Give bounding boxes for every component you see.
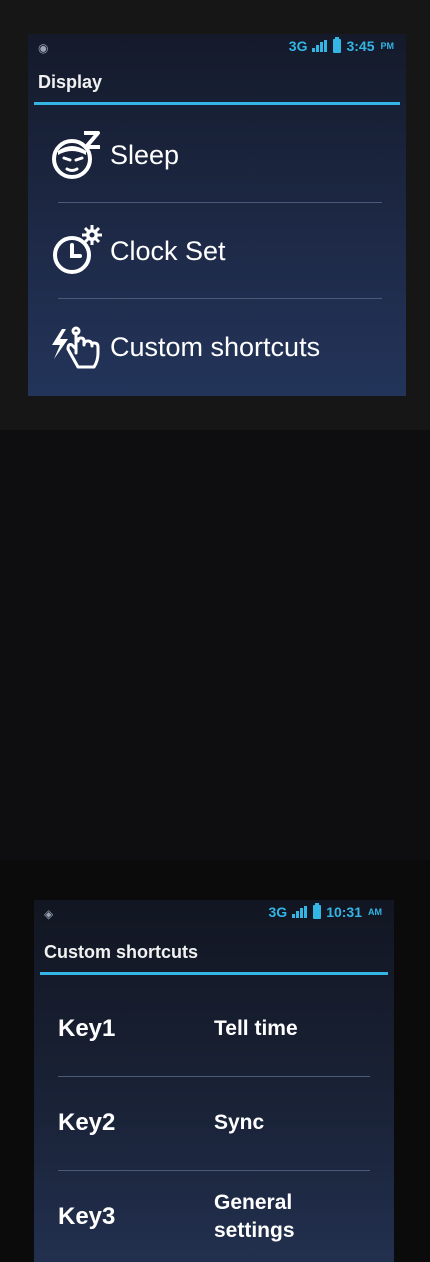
- menu-item-clock-set[interactable]: Clock Set: [48, 208, 382, 294]
- key-action: Sync: [214, 1111, 265, 1134]
- signal-icon: [292, 906, 308, 918]
- menu-item-custom-shortcuts[interactable]: Custom shortcuts: [48, 304, 382, 390]
- list-divider: [58, 1076, 370, 1077]
- page-title: Custom shortcuts: [44, 942, 199, 962]
- custom-shortcuts-screen: ◈ 3G 10:31 AM Custom shortcuts Key1 Tell …: [34, 900, 394, 1262]
- shortcut-row-key3[interactable]: Key3 General settings: [58, 1172, 374, 1262]
- clock-gear-icon: [53, 225, 102, 274]
- page-title: Display: [38, 72, 103, 92]
- status-ampm: AM: [368, 907, 382, 917]
- status-time: 10:31: [326, 904, 362, 920]
- network-type: 3G: [268, 904, 288, 920]
- network-type: 3G: [288, 38, 308, 54]
- photo-bottom: ◈ 3G 10:31 AM Custom shortcuts Key1 Tell …: [0, 430, 430, 1262]
- status-time: 3:45: [346, 38, 375, 54]
- header-divider: [40, 972, 388, 975]
- photo-top: ◉ 3G 3:45 PM Display Sleep Clock Set Cus…: [0, 0, 430, 430]
- list-divider: [58, 298, 382, 299]
- key-label: Key3: [58, 1203, 116, 1230]
- shortcut-row-key1[interactable]: Key1 Tell time: [58, 984, 374, 1074]
- header-divider: [34, 102, 400, 105]
- status-right: 3G 3:45 PM: [288, 37, 395, 54]
- notification-icon: ◈: [44, 907, 54, 921]
- signal-icon: [312, 40, 328, 52]
- touch-hand-icon: [52, 326, 100, 369]
- menu-item-label: Sleep: [110, 139, 180, 170]
- list-divider: [58, 202, 382, 203]
- menu-item-sleep[interactable]: Sleep: [48, 112, 382, 198]
- status-bar: ◉ 3G 3:45 PM: [28, 34, 406, 60]
- key-action: Tell time: [214, 1017, 298, 1040]
- battery-icon: [333, 37, 342, 53]
- shortcut-row-key2[interactable]: Key2 Sync: [58, 1078, 374, 1168]
- menu-item-label: Custom shortcuts: [110, 331, 321, 362]
- list-divider: [58, 1170, 370, 1171]
- key-label: Key1: [58, 1015, 116, 1042]
- key-action: General settings: [214, 1191, 295, 1242]
- status-right: 3G 10:31 AM: [268, 903, 382, 920]
- key-label: Key2: [58, 1109, 116, 1136]
- menu-item-label: Clock Set: [110, 235, 226, 266]
- notification-icon: ◉: [38, 41, 49, 55]
- status-bar: ◈ 3G 10:31 AM: [34, 900, 394, 926]
- status-ampm: PM: [380, 41, 395, 51]
- display-screen: ◉ 3G 3:45 PM Display Sleep Clock Set Cus…: [28, 34, 406, 396]
- sleep-face-icon: [52, 131, 100, 179]
- battery-icon: [313, 903, 322, 919]
